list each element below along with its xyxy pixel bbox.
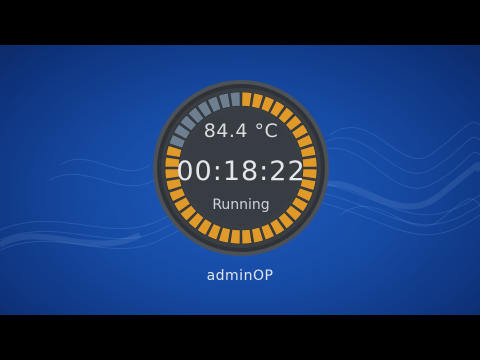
- gauge-segment-filled: [241, 229, 253, 245]
- user-name-label[interactable]: adminOP: [0, 268, 480, 284]
- temperature-gauge: 84.4 °C 00:18:22 Running: [153, 80, 329, 256]
- elapsed-timer: 00:18:22: [176, 156, 306, 187]
- status-label: Running: [212, 197, 270, 213]
- desktop-background: 84.4 °C 00:18:22 Running adminOP: [0, 45, 480, 315]
- gauge-segment-filled: [241, 91, 253, 107]
- gauge-segment-filled: [229, 229, 241, 245]
- gauge-segment-remaining: [229, 91, 241, 107]
- temperature-readout: 84.4 °C: [203, 120, 279, 142]
